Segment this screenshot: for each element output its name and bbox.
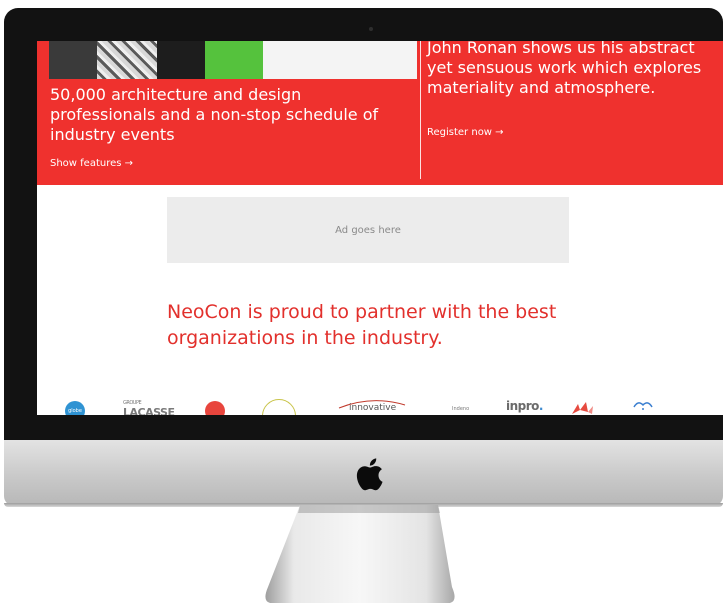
ad-text: Ad goes here	[335, 224, 401, 236]
apple-logo-icon	[356, 458, 383, 491]
partner-logo-row: globe GROUPE LACASSE innovative Indeno i…	[37, 393, 723, 415]
globe-logo[interactable]: globe	[65, 401, 85, 415]
indeno-logo[interactable]: Indeno	[452, 406, 469, 412]
imac-stand	[265, 505, 455, 603]
hero-right-heading: John Ronan shows us his abstract yet sen…	[427, 41, 702, 97]
wave-logo-icon[interactable]	[632, 399, 654, 411]
partners-heading: NeoCon is proud to partner with the best…	[167, 301, 557, 349]
innovative-logo[interactable]: innovative	[349, 403, 396, 413]
groupe-lacasse-logo[interactable]: GROUPE LACASSE	[123, 399, 175, 415]
hero-banner: 50,000 architecture and design professio…	[37, 41, 723, 185]
ring-logo[interactable]	[262, 399, 296, 415]
register-now-link[interactable]: Register now →	[427, 127, 504, 138]
show-features-link[interactable]: Show features →	[50, 158, 133, 169]
inpro-logo[interactable]: inpro.	[506, 399, 543, 413]
hero-photo	[49, 41, 417, 79]
hero-left-heading: 50,000 architecture and design professio…	[50, 85, 379, 144]
ad-placeholder[interactable]: Ad goes here	[167, 197, 569, 263]
imac-screen: 50,000 architecture and design professio…	[37, 41, 723, 415]
camera-icon	[369, 27, 373, 31]
red-circle-logo[interactable]	[205, 401, 225, 415]
red-bird-logo-icon[interactable]	[570, 400, 594, 415]
hero-divider	[420, 41, 421, 179]
